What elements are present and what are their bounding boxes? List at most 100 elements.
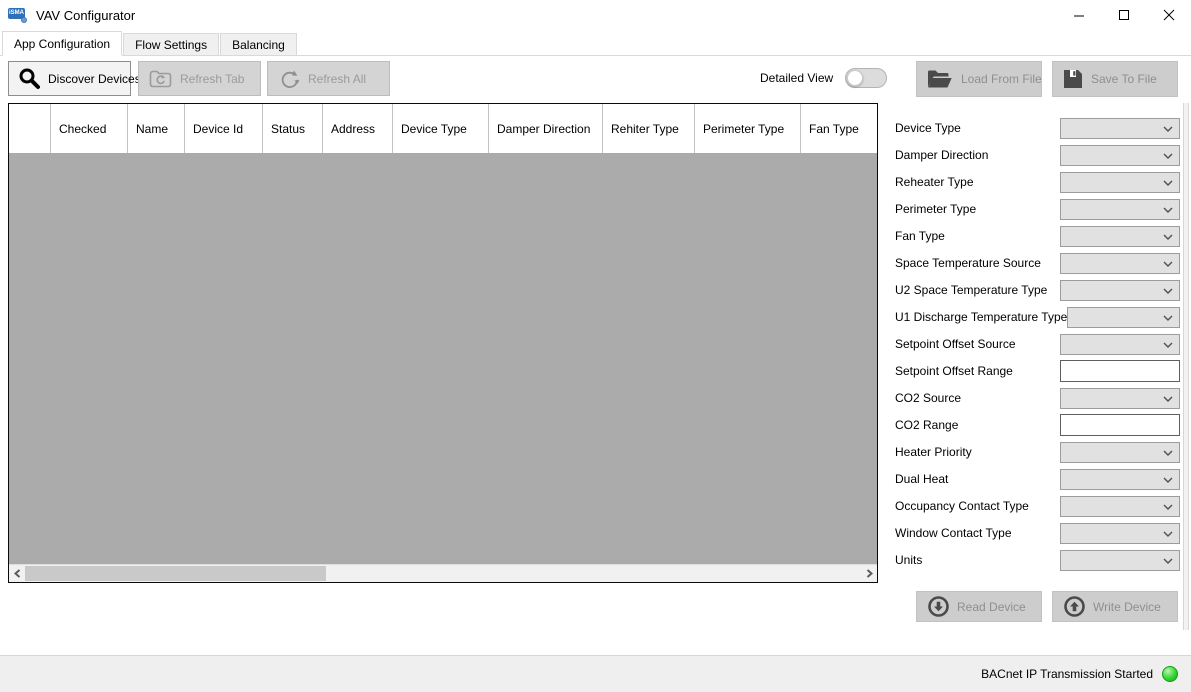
perimeter-type-select[interactable] [1060, 199, 1180, 220]
grid-row-header-corner[interactable] [9, 104, 51, 153]
chevron-down-icon [1163, 396, 1173, 402]
column-header-device-type[interactable]: Device Type [393, 104, 489, 153]
field-label-device-type: Device Type [888, 121, 1060, 135]
maximize-button[interactable] [1101, 0, 1146, 30]
field-label-setpoint-offset-range: Setpoint Offset Range [888, 364, 1060, 378]
chevron-down-icon [1163, 234, 1173, 240]
write-device-button[interactable]: Write Device [1052, 591, 1178, 622]
space-temperature-source-select[interactable] [1060, 253, 1180, 274]
field-row-units: Units [888, 549, 1180, 571]
scroll-right-button[interactable] [861, 565, 877, 582]
damper-direction-select[interactable] [1060, 145, 1180, 166]
refresh-all-label: Refresh All [308, 72, 366, 86]
column-header-name[interactable]: Name [128, 104, 185, 153]
field-row-fan-type: Fan Type [888, 225, 1180, 247]
panel-scrollbar[interactable] [1183, 103, 1189, 630]
read-device-button[interactable]: Read Device [916, 591, 1042, 622]
grid-header: CheckedNameDevice IdStatusAddressDevice … [9, 104, 877, 153]
discover-devices-label: Discover Devices [48, 72, 141, 86]
dual-heat-select[interactable] [1060, 469, 1180, 490]
save-icon [1062, 68, 1084, 90]
u1-discharge-temperature-type-select[interactable] [1067, 307, 1180, 328]
field-label-co2-range: CO2 Range [888, 418, 1060, 432]
heater-priority-select[interactable] [1060, 442, 1180, 463]
field-label-dual-heat: Dual Heat [888, 472, 1060, 486]
column-header-device-id[interactable]: Device Id [185, 104, 263, 153]
field-label-u2-space-temperature-type: U2 Space Temperature Type [888, 283, 1060, 297]
field-row-setpoint-offset-source: Setpoint Offset Source [888, 333, 1180, 355]
app-icon: iSMA [8, 7, 27, 23]
chevron-down-icon [1163, 342, 1173, 348]
u2-space-temperature-type-select[interactable] [1060, 280, 1180, 301]
occupancy-contact-type-select[interactable] [1060, 496, 1180, 517]
grid-body[interactable] [9, 153, 877, 564]
chevron-right-icon [866, 569, 873, 578]
field-label-perimeter-type: Perimeter Type [888, 202, 1060, 216]
status-bar: BACnet IP Transmission Started [0, 655, 1191, 692]
load-from-file-label: Load From File [961, 72, 1042, 86]
status-text: BACnet IP Transmission Started [981, 667, 1153, 681]
field-row-co2-source: CO2 Source [888, 387, 1180, 409]
field-row-setpoint-offset-range: Setpoint Offset Range [888, 360, 1180, 382]
window-controls [1056, 0, 1191, 30]
window-contact-type-select[interactable] [1060, 523, 1180, 544]
close-button[interactable] [1146, 0, 1191, 30]
search-icon [18, 67, 41, 90]
reheater-type-select[interactable] [1060, 172, 1180, 193]
horizontal-scrollbar[interactable] [9, 564, 877, 582]
minimize-icon [1073, 9, 1085, 21]
detailed-view-toggle[interactable] [845, 68, 887, 88]
field-row-heater-priority: Heater Priority [888, 441, 1180, 463]
save-to-file-button[interactable]: Save To File [1052, 61, 1178, 97]
units-select[interactable] [1060, 550, 1180, 571]
chevron-down-icon [1163, 531, 1173, 537]
chevron-down-icon [1163, 504, 1173, 510]
discover-devices-button[interactable]: Discover Devices [8, 61, 131, 96]
co2-source-select[interactable] [1060, 388, 1180, 409]
refresh-all-icon [277, 67, 301, 91]
field-label-u1-discharge-temperature-type: U1 Discharge Temperature Type [888, 310, 1067, 324]
field-label-fan-type: Fan Type [888, 229, 1060, 243]
setpoint-offset-source-select[interactable] [1060, 334, 1180, 355]
minimize-button[interactable] [1056, 0, 1101, 30]
field-label-co2-source: CO2 Source [888, 391, 1060, 405]
chevron-down-icon [1163, 315, 1173, 321]
device-type-select[interactable] [1060, 118, 1180, 139]
column-header-damper-direction[interactable]: Damper Direction [489, 104, 603, 153]
read-device-label: Read Device [957, 600, 1026, 614]
close-icon [1163, 9, 1175, 21]
column-header-perimeter-type[interactable]: Perimeter Type [695, 104, 801, 153]
setpoint-offset-range-input[interactable] [1060, 360, 1180, 382]
tab-flow-settings[interactable]: Flow Settings [123, 33, 219, 55]
scrollbar-thumb[interactable] [25, 566, 326, 581]
column-header-checked[interactable]: Checked [51, 104, 128, 153]
field-label-window-contact-type: Window Contact Type [888, 526, 1060, 540]
open-folder-icon [926, 68, 954, 90]
load-from-file-button[interactable]: Load From File [916, 61, 1042, 97]
column-header-status[interactable]: Status [263, 104, 323, 153]
tab-balancing[interactable]: Balancing [220, 33, 297, 55]
fan-type-select[interactable] [1060, 226, 1180, 247]
tab-app-configuration[interactable]: App Configuration [2, 31, 122, 56]
refresh-all-button[interactable]: Refresh All [267, 61, 390, 96]
column-header-rehiter-type[interactable]: Rehiter Type [603, 104, 695, 153]
field-label-space-temperature-source: Space Temperature Source [888, 256, 1060, 270]
column-header-address[interactable]: Address [323, 104, 393, 153]
title-bar: iSMA VAV Configurator [0, 0, 1191, 30]
co2-range-input[interactable] [1060, 414, 1180, 436]
app-icon-gear [21, 17, 27, 23]
connection-status-icon [1162, 666, 1178, 682]
chevron-down-icon [1163, 207, 1173, 213]
chevron-down-icon [1163, 288, 1173, 294]
toggle-knob-icon [847, 70, 863, 86]
field-label-reheater-type: Reheater Type [888, 175, 1060, 189]
field-label-units: Units [888, 553, 1060, 567]
scroll-left-button[interactable] [9, 565, 25, 582]
column-header-fan-type[interactable]: Fan Type [801, 104, 877, 153]
field-row-device-type: Device Type [888, 117, 1180, 139]
device-grid: CheckedNameDevice IdStatusAddressDevice … [8, 103, 878, 583]
maximize-icon [1118, 9, 1130, 21]
app-window: iSMA VAV Configurator App ConfigurationF… [0, 0, 1191, 692]
field-row-u1-discharge-temperature-type: U1 Discharge Temperature Type [888, 306, 1180, 328]
refresh-tab-button[interactable]: Refresh Tab [138, 61, 261, 96]
